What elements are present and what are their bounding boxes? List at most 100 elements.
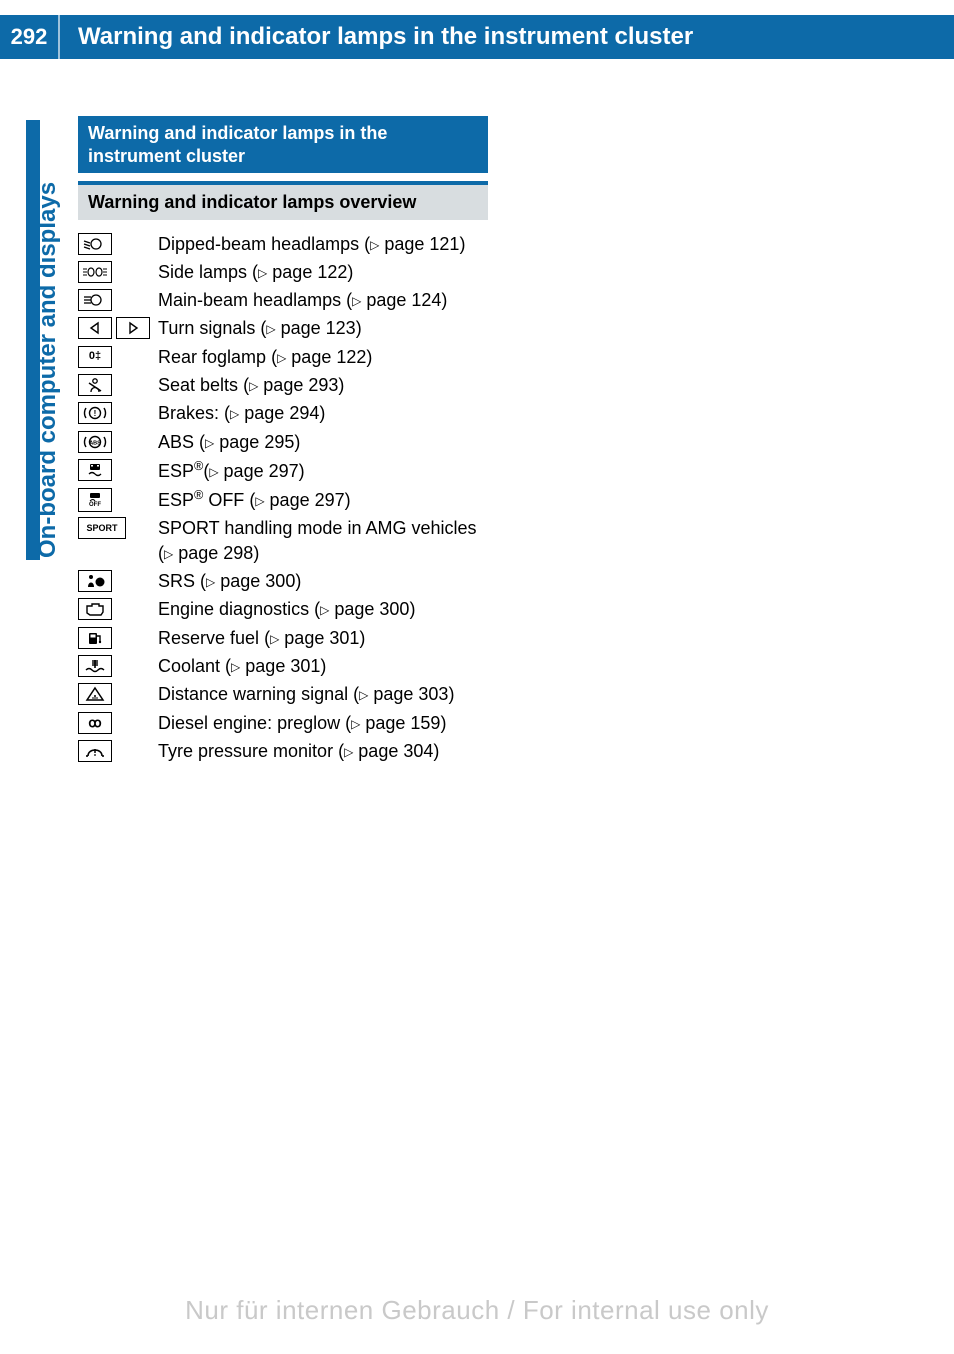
lamp-description: ESP® OFF (▷ page 297) bbox=[158, 487, 488, 512]
chapter-tab-label: On-board computer and displays bbox=[34, 182, 62, 558]
lamp-description: Rear foglamp (▷ page 122) bbox=[158, 345, 488, 369]
lamp-description: Engine diagnostics (▷ page 300) bbox=[158, 597, 488, 621]
page-ref-number: 301 bbox=[329, 628, 359, 648]
lamp-icon-cell bbox=[78, 288, 158, 311]
lamp-label: ESP® OFF bbox=[158, 490, 244, 510]
lamp-description: Coolant (▷ page 301) bbox=[158, 654, 488, 678]
svg-text:ABS: ABS bbox=[89, 440, 101, 446]
lamp-row: Engine diagnostics (▷ page 300) bbox=[78, 597, 488, 621]
esp-icon bbox=[78, 459, 112, 481]
page-ref-number: 123 bbox=[326, 318, 356, 338]
lamp-row: Tyre pressure monitor (▷ page 304) bbox=[78, 739, 488, 763]
lamp-label: SPORT handling mode in AMG vehicles bbox=[158, 518, 477, 538]
svg-text:!: ! bbox=[94, 409, 97, 418]
lamp-description: Distance warning signal (▷ page 303) bbox=[158, 682, 488, 706]
content-column: Warning and indicator lamps in the instr… bbox=[78, 116, 488, 767]
esp-off-icon: OFF bbox=[78, 488, 112, 512]
main-beam-icon bbox=[78, 289, 112, 311]
lamp-label: Diesel engine: preglow bbox=[158, 713, 340, 733]
page-ref-number: 297 bbox=[269, 461, 299, 481]
page-reference: (▷ page 122) bbox=[266, 347, 372, 367]
lamp-description: Tyre pressure monitor (▷ page 304) bbox=[158, 739, 488, 763]
rear-fog-icon: 0‡ bbox=[78, 346, 112, 368]
page-ref-number: 159 bbox=[410, 713, 440, 733]
lamp-icon-cell: OFF bbox=[78, 487, 158, 512]
page-reference: (▷ page 300) bbox=[309, 599, 415, 619]
page-reference: (▷ page 294) bbox=[219, 403, 325, 423]
lamp-label: SRS bbox=[158, 571, 195, 591]
lamp-icon-cell bbox=[78, 739, 158, 762]
turn-left-icon bbox=[78, 317, 112, 339]
lamp-row: 0‡ Rear foglamp (▷ page 122) bbox=[78, 345, 488, 369]
lamp-description: Dipped-beam headlamps (▷ page 121) bbox=[158, 232, 488, 256]
lamp-icon-cell bbox=[78, 626, 158, 649]
preglow-icon: ꝏ bbox=[78, 712, 112, 734]
abs-icon: ABS bbox=[78, 431, 112, 453]
lamp-label: Rear foglamp bbox=[158, 347, 266, 367]
page-reference: (▷ page 159) bbox=[340, 713, 446, 733]
lamp-icon-cell bbox=[78, 373, 158, 396]
lamp-description: ESP®(▷ page 297) bbox=[158, 458, 488, 483]
dipped-beam-icon bbox=[78, 233, 112, 255]
page-ref-number: 294 bbox=[289, 403, 319, 423]
lamp-row: Dipped-beam headlamps (▷ page 121) bbox=[78, 232, 488, 256]
page-ref-number: 122 bbox=[336, 347, 366, 367]
lamp-row: Side lamps (▷ page 122) bbox=[78, 260, 488, 284]
lamp-description: Brakes: (▷ page 294) bbox=[158, 401, 488, 425]
lamp-description: ABS (▷ page 295) bbox=[158, 430, 488, 454]
distance-icon bbox=[78, 683, 112, 705]
page-reference: (▷ page 121) bbox=[359, 234, 465, 254]
lamp-icon-cell bbox=[78, 654, 158, 677]
sport-icon: SPORT bbox=[78, 517, 126, 539]
lamp-description: Reserve fuel (▷ page 301) bbox=[158, 626, 488, 650]
lamp-label: Seat belts bbox=[158, 375, 238, 395]
lamp-description: Seat belts (▷ page 293) bbox=[158, 373, 488, 397]
lamp-label: Dipped-beam headlamps bbox=[158, 234, 359, 254]
page-reference: (▷ page 297) bbox=[244, 490, 350, 510]
page-ref-number: 297 bbox=[315, 490, 345, 510]
section-title: Warning and indicator lamps in the instr… bbox=[78, 116, 488, 173]
page-ref-number: 300 bbox=[379, 599, 409, 619]
lamp-description: SPORT handling mode in AMG vehicles (▷ p… bbox=[158, 516, 488, 565]
brakes-icon: ! bbox=[78, 402, 112, 424]
lamp-row: OFF ESP® OFF (▷ page 297) bbox=[78, 487, 488, 512]
lamp-icon-cell bbox=[78, 569, 158, 592]
page-title: Warning and indicator lamps in the instr… bbox=[60, 23, 693, 51]
engine-icon bbox=[78, 598, 112, 620]
page-reference: (▷ page 300) bbox=[195, 571, 301, 591]
lamp-icon-cell: ꝏ bbox=[78, 711, 158, 734]
page-reference: (▷ page 123) bbox=[255, 318, 361, 338]
lamp-row: Distance warning signal (▷ page 303) bbox=[78, 682, 488, 706]
lamp-row: ABSABS (▷ page 295) bbox=[78, 430, 488, 454]
page-reference: (▷ page 304) bbox=[333, 741, 439, 761]
page-ref-number: 304 bbox=[403, 741, 433, 761]
lamp-label: Brakes: bbox=[158, 403, 219, 423]
side-lamps-icon bbox=[78, 261, 112, 283]
lamp-label: ABS bbox=[158, 432, 194, 452]
lamp-row: Turn signals (▷ page 123) bbox=[78, 316, 488, 340]
lamp-description: Side lamps (▷ page 122) bbox=[158, 260, 488, 284]
lamp-icon-cell bbox=[78, 260, 158, 283]
page-ref-number: 295 bbox=[264, 432, 294, 452]
lamp-label: Turn signals bbox=[158, 318, 255, 338]
coolant-icon bbox=[78, 655, 112, 677]
tyre-icon bbox=[78, 740, 112, 762]
lamp-icon-cell bbox=[78, 682, 158, 705]
lamp-icon-cell bbox=[78, 232, 158, 255]
lamp-icon-cell bbox=[78, 597, 158, 620]
lamp-description: SRS (▷ page 300) bbox=[158, 569, 488, 593]
reserve-fuel-icon bbox=[78, 627, 112, 649]
lamp-label: Coolant bbox=[158, 656, 220, 676]
page-reference: (▷ page 293) bbox=[238, 375, 344, 395]
page-ref-number: 303 bbox=[418, 684, 448, 704]
lamp-label: Reserve fuel bbox=[158, 628, 259, 648]
page-number: 292 bbox=[0, 15, 60, 59]
lamp-label: Side lamps bbox=[158, 262, 247, 282]
page-header: 292 Warning and indicator lamps in the i… bbox=[0, 15, 954, 59]
page-reference: (▷ page 295) bbox=[194, 432, 300, 452]
page-reference: (▷ page 297) bbox=[203, 461, 304, 481]
lamp-row: ESP®(▷ page 297) bbox=[78, 458, 488, 483]
page-reference: (▷ page 298) bbox=[158, 543, 259, 563]
lamp-row: Reserve fuel (▷ page 301) bbox=[78, 626, 488, 650]
lamp-row: Main-beam headlamps (▷ page 124) bbox=[78, 288, 488, 312]
